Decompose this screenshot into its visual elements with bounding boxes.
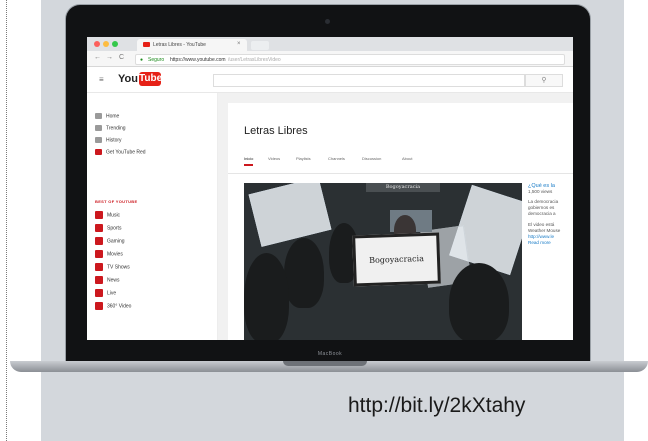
read-more-link[interactable]: Read more bbox=[528, 240, 573, 246]
forward-arrow-icon[interactable]: → bbox=[106, 54, 113, 61]
youtube-red-icon bbox=[95, 149, 102, 155]
minimize-window-icon[interactable] bbox=[103, 41, 109, 47]
youtube-logo-you[interactable]: You bbox=[118, 73, 138, 85]
main-content: Letras Libres Inicio Videos Playlists Ch… bbox=[218, 93, 573, 340]
music-icon bbox=[95, 211, 103, 219]
tab-discussion[interactable]: Discussion bbox=[362, 156, 381, 161]
caption-link[interactable]: http://bit.ly/2kXtahy bbox=[348, 394, 525, 418]
lock-icon: ● bbox=[140, 57, 144, 63]
tab-close-icon[interactable]: × bbox=[237, 41, 241, 47]
sidebar-item-trending[interactable]: Trending bbox=[95, 125, 126, 131]
home-icon bbox=[95, 113, 102, 119]
person-silhouette bbox=[244, 253, 289, 340]
hourglass-icon bbox=[95, 137, 102, 143]
channel-title: Letras Libres bbox=[244, 125, 308, 137]
sidebar-item-label: Get YouTube Red bbox=[106, 149, 146, 156]
search-icon: ⚲ bbox=[541, 77, 547, 84]
sidebar-item-gaming[interactable]: Gaming bbox=[95, 237, 125, 245]
tab-videos[interactable]: Videos bbox=[268, 156, 280, 161]
browser-tab-bar: Letras Libres - YouTube × bbox=[87, 37, 573, 51]
youtube-favicon-icon bbox=[143, 42, 150, 47]
live-icon bbox=[95, 289, 103, 297]
address-bar[interactable]: ● Seguro https://www.youtube.com /user/L… bbox=[135, 54, 565, 65]
tab-channels[interactable]: Channels bbox=[328, 156, 345, 161]
movies-icon bbox=[95, 250, 103, 258]
tv-icon bbox=[95, 263, 103, 271]
sidebar-item-label: 360° Video bbox=[107, 303, 132, 310]
video-description: ¿Qué es la 1,500 views La democracia gob… bbox=[528, 183, 573, 246]
tab-title: Letras Libres - YouTube bbox=[153, 42, 206, 48]
sidebar-item-news[interactable]: News bbox=[95, 276, 120, 284]
sidebar-item-label: Gaming bbox=[107, 238, 125, 245]
maximize-window-icon[interactable] bbox=[112, 41, 118, 47]
video-banner: Bogoyacracia bbox=[366, 183, 440, 192]
youtube-logo-tube[interactable]: Tube bbox=[139, 72, 162, 86]
sidebar-item-label: Sports bbox=[107, 225, 122, 232]
dotted-guide-line bbox=[6, 0, 7, 441]
sidebar-item-movies[interactable]: Movies bbox=[95, 250, 123, 258]
paper-sheet bbox=[248, 183, 332, 247]
sidebar-item-label: Live bbox=[107, 290, 117, 297]
reload-icon[interactable]: C bbox=[119, 54, 124, 61]
youtube-header: ≡ You Tube ⚲ bbox=[87, 67, 573, 93]
tab-about[interactable]: About bbox=[402, 156, 412, 161]
back-arrow-icon[interactable]: ← bbox=[94, 54, 101, 61]
youtube-sidebar: Home Trending History Get YouTube Red BE… bbox=[87, 93, 218, 340]
sidebar-item-label: Trending bbox=[106, 125, 126, 132]
laptop-brand-label: MacBook bbox=[317, 351, 343, 357]
browser-tab[interactable]: Letras Libres - YouTube × bbox=[137, 39, 247, 51]
news-icon bbox=[95, 276, 103, 284]
sidebar-item-label: News bbox=[107, 277, 120, 284]
new-tab-button[interactable] bbox=[251, 41, 269, 50]
laptop-screen: Letras Libres - YouTube × ← → C ● Seguro… bbox=[87, 37, 573, 340]
search-button[interactable]: ⚲ bbox=[525, 74, 563, 87]
person-silhouette bbox=[449, 263, 509, 340]
sidebar-item-label: Movies bbox=[107, 251, 123, 258]
sidebar-item-tv-shows[interactable]: TV Shows bbox=[95, 263, 130, 271]
tabs-divider bbox=[228, 173, 573, 174]
sidebar-item-history[interactable]: History bbox=[95, 137, 122, 143]
url-text: https://www.youtube.com bbox=[170, 57, 226, 63]
featured-video-player[interactable]: Bogoyacracia Bogoyacracia bbox=[244, 183, 522, 340]
sidebar-item-360-video[interactable]: 360° Video bbox=[95, 302, 131, 310]
sidebar-item-live[interactable]: Live bbox=[95, 289, 116, 297]
section-title-best-of-youtube: BEST OF YOUTUBE bbox=[95, 199, 138, 204]
close-window-icon[interactable] bbox=[94, 41, 100, 47]
url-path-text: /user/LetrasLibresVideo bbox=[228, 57, 281, 63]
sidebar-item-label: History bbox=[106, 137, 122, 144]
channel-page: Letras Libres Inicio Videos Playlists Ch… bbox=[228, 103, 573, 340]
laptop-notch bbox=[283, 361, 367, 366]
sidebar-item-label: TV Shows bbox=[107, 264, 130, 271]
person-silhouette bbox=[284, 238, 324, 308]
sidebar-item-label: Home bbox=[106, 113, 120, 120]
video-sign: Bogoyacracia bbox=[352, 232, 441, 287]
sports-icon bbox=[95, 224, 103, 232]
tab-inicio[interactable]: Inicio bbox=[244, 156, 254, 166]
browser-toolbar: ← → C ● Seguro https://www.youtube.com /… bbox=[87, 51, 573, 67]
360-video-icon bbox=[95, 302, 103, 310]
sidebar-item-music[interactable]: Music bbox=[95, 211, 120, 219]
menu-icon[interactable]: ≡ bbox=[99, 75, 104, 84]
gaming-icon bbox=[95, 237, 103, 245]
sidebar-item-youtube-red[interactable]: Get YouTube Red bbox=[95, 149, 146, 155]
camera-icon bbox=[325, 19, 330, 24]
flame-icon bbox=[95, 125, 102, 131]
secure-label: Seguro bbox=[148, 57, 165, 63]
sidebar-item-sports[interactable]: Sports bbox=[95, 224, 121, 232]
search-input[interactable] bbox=[213, 74, 525, 87]
sidebar-item-home[interactable]: Home bbox=[95, 113, 119, 119]
sidebar-item-label: Music bbox=[107, 212, 121, 219]
tab-playlists[interactable]: Playlists bbox=[296, 156, 311, 161]
